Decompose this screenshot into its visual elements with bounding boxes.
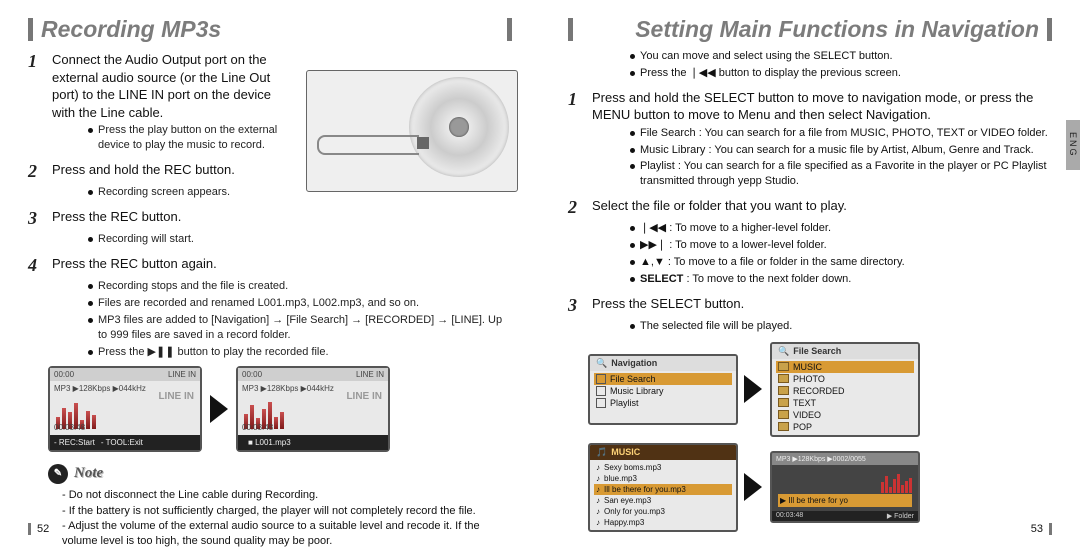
r3-sub: The selected file will be played. [630, 319, 1052, 334]
step-3: 3Press the REC button. [28, 206, 512, 230]
step4-sub-3: MP3 files are added to [Navigation] → [F… [88, 313, 512, 343]
r-step-2: 2Select the file or folder that you want… [568, 195, 1052, 219]
arrow-icon [744, 473, 762, 501]
navigation-panels: 🔍Navigation File Search Music Library Pl… [588, 342, 1052, 532]
device-illustration [306, 70, 518, 192]
step-1: 1Connect the Audio Output port on the ex… [28, 49, 288, 121]
rec-screen-1: 00:00LINE IN MP3 ▶128Kbps ▶044kHz LINE I… [48, 366, 202, 452]
panel-player: MP3 ▶128Kbps ▶0002/0055 ▶ Ill be there f… [770, 451, 920, 523]
r1-sub-3: Playlist : You can search for a file spe… [630, 159, 1052, 189]
r1-sub-2: Music Library : You can search for a mus… [630, 143, 1052, 158]
step4-sub-4: Press the ▶❚❚ button to play the recorde… [88, 345, 512, 360]
panel-navigation: 🔍Navigation File Search Music Library Pl… [588, 354, 738, 425]
recording-screens: 00:00LINE IN MP3 ▶128Kbps ▶044kHz LINE I… [48, 366, 512, 452]
panel-music: 🎵MUSIC ♪Sexy boms.mp3 ♪blue.mp3 ♪Ill be … [588, 443, 738, 532]
language-tab: ENG [1066, 120, 1080, 170]
r-step-1: 1Press and hold the SELECT button to mov… [568, 87, 1052, 124]
note-list: - Do not disconnect the Line cable durin… [62, 488, 512, 549]
arrow-icon [744, 375, 762, 403]
step4-sub-1: Recording stops and the file is created. [88, 279, 512, 294]
arrow-icon [210, 395, 228, 423]
r2-sub-4: SELECT : To move to the next folder down… [630, 272, 1052, 287]
page-title-right: Setting Main Functions in Navigation [568, 18, 1052, 41]
r2-sub-2: ▶▶❘ : To move to a lower-level folder. [630, 238, 1052, 253]
panel-file-search: 🔍File Search MUSIC PHOTO RECORDED TEXT V… [770, 342, 920, 437]
note-icon: ✎ [48, 464, 68, 484]
intro-1: You can move and select using the SELECT… [630, 49, 1052, 64]
note-header: ✎ Note [48, 464, 512, 484]
left-page: Recording MP3s 1Connect the Audio Output… [0, 0, 540, 539]
manual-spread: Recording MP3s 1Connect the Audio Output… [0, 0, 1080, 539]
r2-sub-3: ▲,▼ : To move to a file or folder in the… [630, 255, 1052, 270]
step3-sub: Recording will start. [88, 232, 512, 247]
r2-sub-1: ❘◀◀ : To move to a higher-level folder. [630, 221, 1052, 236]
step1-sub: Press the play button on the external de… [88, 123, 288, 153]
step4-sub-2: Files are recorded and renamed L001.mp3,… [88, 296, 512, 311]
r1-sub-1: File Search : You can search for a file … [630, 126, 1052, 141]
page-number-left: 52 [28, 523, 49, 535]
step-4: 4Press the REC button again. [28, 253, 512, 277]
r-step-3: 3Press the SELECT button. [568, 293, 1052, 317]
intro-2: Press the ❘◀◀ button to display the prev… [630, 66, 1052, 81]
rec-screen-2: 00:00LINE IN MP3 ▶128Kbps ▶044kHz LINE I… [236, 366, 390, 452]
step2-sub: Recording screen appears. [88, 185, 512, 200]
right-page: Setting Main Functions in Navigation ENG… [540, 0, 1080, 539]
page-title-left: Recording MP3s [28, 18, 512, 41]
page-number-right: 53 [1031, 523, 1052, 535]
